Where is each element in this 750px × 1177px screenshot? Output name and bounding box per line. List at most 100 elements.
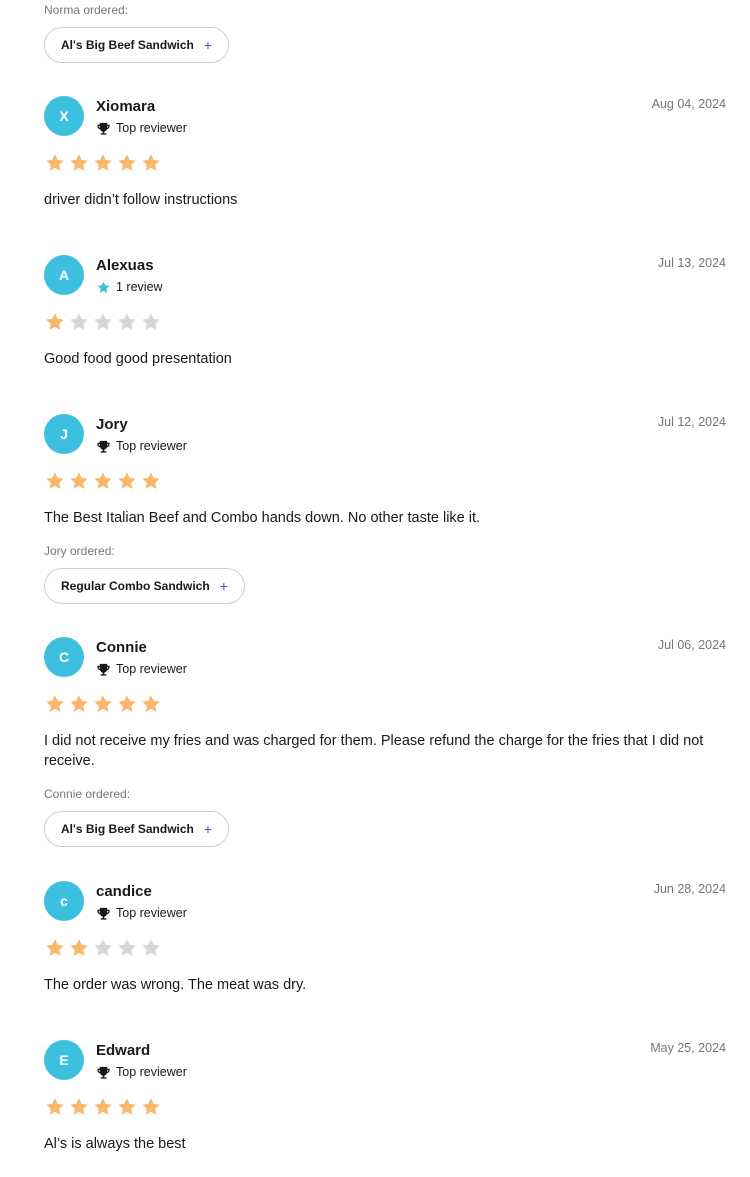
reviewer-badge: Top reviewer bbox=[96, 438, 187, 454]
ordered-item-label: Al's Big Beef Sandwich bbox=[61, 38, 194, 52]
review-date: Jul 12, 2024 bbox=[657, 415, 726, 429]
star-rating bbox=[44, 1096, 164, 1118]
star-filled-icon bbox=[94, 1098, 112, 1115]
star-filled-icon bbox=[94, 695, 112, 712]
star-rating bbox=[44, 470, 164, 492]
star-rating bbox=[44, 152, 164, 174]
reviewer-badge: 1 review bbox=[96, 279, 163, 295]
ordered-item-label: Regular Combo Sandwich bbox=[61, 579, 210, 593]
ordered-label: Norma ordered: bbox=[44, 3, 129, 17]
star-filled-icon bbox=[46, 939, 64, 956]
star-rating bbox=[44, 937, 164, 959]
avatar: X bbox=[44, 96, 84, 136]
reviewer-badge: Top reviewer bbox=[96, 661, 187, 677]
star-empty-icon bbox=[142, 313, 160, 330]
ordered-label: Connie ordered: bbox=[44, 787, 131, 801]
review-card: X Xiomara Top reviewer Aug 04, 2024 driv… bbox=[44, 96, 726, 208]
ordered-block: Jory ordered: Regular Combo Sandwich + bbox=[44, 544, 245, 604]
star-filled-icon bbox=[142, 1098, 160, 1115]
star-filled-icon bbox=[46, 472, 64, 489]
star-filled-icon bbox=[118, 154, 136, 171]
avatar: c bbox=[44, 881, 84, 921]
review-text: Al’s is always the best bbox=[44, 1136, 186, 1152]
star-filled-icon bbox=[46, 154, 64, 171]
review-header: E Edward Top reviewer May 25, 2024 bbox=[44, 1040, 726, 1084]
review-card: C Connie Top reviewer Jul 06, 2024 I did… bbox=[44, 637, 726, 847]
ordered-item-chip[interactable]: Al's Big Beef Sandwich + bbox=[44, 811, 230, 847]
star-filled-icon bbox=[118, 1098, 136, 1115]
avatar: C bbox=[44, 637, 84, 677]
star-empty-icon bbox=[118, 939, 136, 956]
review-date: Aug 04, 2024 bbox=[651, 97, 726, 111]
review-card: c candice Top reviewer Jun 28, 2024 The … bbox=[44, 881, 726, 993]
star-filled-icon bbox=[142, 154, 160, 171]
star-empty-icon bbox=[70, 313, 88, 330]
review-text: The Best Italian Beef and Combo hands do… bbox=[44, 510, 481, 526]
review-card: J Jory Top reviewer Jul 12, 2024 The Bes… bbox=[44, 414, 726, 604]
badge-label: Top reviewer bbox=[116, 1065, 187, 1079]
ordered-item-chip[interactable]: Regular Combo Sandwich + bbox=[44, 568, 245, 604]
reviewer-name[interactable]: candice bbox=[96, 883, 152, 901]
review-text: Good food good presentation bbox=[44, 351, 232, 367]
badge-label: Top reviewer bbox=[116, 121, 187, 135]
plus-icon: + bbox=[219, 578, 228, 594]
ordered-item-label: Al's Big Beef Sandwich bbox=[61, 822, 194, 836]
review-header: X Xiomara Top reviewer Aug 04, 2024 bbox=[44, 96, 726, 140]
reviewer-badge: Top reviewer bbox=[96, 1064, 187, 1080]
review-date: Jun 28, 2024 bbox=[653, 882, 726, 896]
plus-icon: + bbox=[203, 37, 213, 53]
star-rating bbox=[44, 693, 164, 715]
star-empty-icon bbox=[142, 939, 160, 956]
star-empty-icon bbox=[94, 313, 112, 330]
review-date: Jul 13, 2024 bbox=[657, 256, 726, 270]
review-card: E Edward Top reviewer May 25, 2024 Al’s … bbox=[44, 1040, 726, 1152]
review-header: A Alexuas 1 review Jul 13, 2024 bbox=[44, 255, 726, 299]
plus-icon: + bbox=[203, 821, 213, 837]
star-rating bbox=[44, 311, 164, 333]
star-filled-icon bbox=[46, 695, 64, 712]
review-card: A Alexuas 1 review Jul 13, 2024 Good foo… bbox=[44, 255, 726, 367]
star-filled-icon bbox=[46, 313, 64, 330]
star-filled-icon bbox=[118, 695, 136, 712]
trophy-icon bbox=[96, 1065, 111, 1080]
review-header: C Connie Top reviewer Jul 06, 2024 bbox=[44, 637, 726, 681]
star-filled-icon bbox=[142, 472, 160, 489]
review-text: driver didn’t follow instructions bbox=[44, 192, 238, 208]
badge-label: Top reviewer bbox=[116, 906, 187, 920]
reviewer-name[interactable]: Edward bbox=[96, 1042, 150, 1060]
star-filled-icon bbox=[142, 695, 160, 712]
star-empty-icon bbox=[118, 313, 136, 330]
badge-label: Top reviewer bbox=[116, 439, 187, 453]
ordered-block: Connie ordered: Al's Big Beef Sandwich + bbox=[44, 787, 230, 847]
top-ordered-block: Norma ordered: Al's Big Beef Sandwich + bbox=[44, 3, 230, 63]
star-filled-icon bbox=[70, 695, 88, 712]
reviewer-name[interactable]: Jory bbox=[96, 416, 128, 434]
star-filled-icon bbox=[46, 1098, 64, 1115]
reviewer-name[interactable]: Alexuas bbox=[96, 257, 154, 275]
badge-label: Top reviewer bbox=[116, 662, 187, 676]
avatar: A bbox=[44, 255, 84, 295]
ordered-item-chip[interactable]: Al's Big Beef Sandwich + bbox=[44, 27, 230, 63]
review-text: The order was wrong. The meat was dry. bbox=[44, 977, 307, 993]
trophy-icon bbox=[96, 121, 111, 136]
badge-label: 1 review bbox=[116, 280, 163, 294]
star-filled-icon bbox=[118, 472, 136, 489]
reviews-page: Norma ordered: Al's Big Beef Sandwich + … bbox=[0, 0, 750, 1177]
reviewer-badge: Top reviewer bbox=[96, 905, 187, 921]
review-header: J Jory Top reviewer Jul 12, 2024 bbox=[44, 414, 726, 458]
reviewer-name[interactable]: Xiomara bbox=[96, 98, 155, 116]
trophy-icon bbox=[96, 906, 111, 921]
review-header: c candice Top reviewer Jun 28, 2024 bbox=[44, 881, 726, 925]
review-text: I did not receive my fries and was charg… bbox=[44, 733, 704, 769]
review-date: Jul 06, 2024 bbox=[657, 638, 726, 652]
star-filled-icon bbox=[70, 939, 88, 956]
avatar: E bbox=[44, 1040, 84, 1080]
star-filled-icon bbox=[70, 472, 88, 489]
review-date: May 25, 2024 bbox=[650, 1041, 726, 1055]
trophy-icon bbox=[96, 439, 111, 454]
trophy-icon bbox=[96, 662, 111, 677]
star-filled-icon bbox=[70, 154, 88, 171]
star-filled-icon bbox=[94, 154, 112, 171]
reviewer-name[interactable]: Connie bbox=[96, 639, 147, 657]
star-empty-icon bbox=[94, 939, 112, 956]
